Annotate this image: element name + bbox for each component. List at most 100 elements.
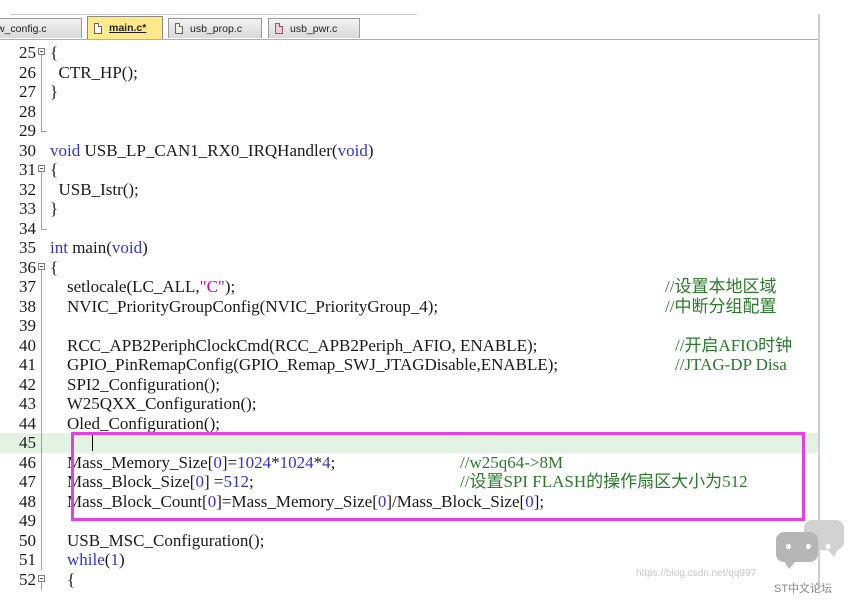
fold-end-guide [38, 121, 47, 141]
line-number: 47 [19, 472, 36, 491]
code-line[interactable]: 28 [0, 101, 818, 121]
code-line[interactable]: 43 W25QXX_Configuration(); [0, 394, 818, 414]
fold-guide [38, 277, 47, 297]
tab-label: usb_pwr.c [290, 22, 338, 35]
code-line[interactable]: 39 [0, 316, 818, 336]
code-line[interactable]: 50 USB_MSC_Configuration(); [0, 530, 818, 550]
code-line[interactable]: 33} [0, 199, 818, 219]
code-line[interactable]: 44 Oled_Configuration(); [0, 413, 818, 433]
line-number: 38 [19, 296, 36, 316]
code-comment: //开启AFIO时钟 [675, 335, 793, 355]
fold-guide [38, 452, 47, 472]
fold-guide [38, 530, 47, 550]
line-number: 31 [19, 160, 36, 179]
tab-label: main.c* [109, 22, 147, 34]
line-number: 45 [19, 433, 36, 452]
code-text: USB_Istr(); [50, 179, 139, 199]
fold-guide [38, 296, 47, 316]
code-text: int main(void) [50, 238, 148, 257]
code-line[interactable]: 41 GPIO_PinRemapConfig(GPIO_Remap_SWJ_JT… [0, 355, 818, 375]
fold-collapse-icon[interactable] [38, 160, 47, 180]
code-line[interactable]: 32 USB_Istr(); [0, 179, 818, 199]
code-line[interactable]: 30 void USB_LP_CAN1_RX0_IRQHandler(void) [0, 141, 818, 161]
fold-guide [38, 374, 47, 394]
window-top-line [10, 14, 417, 15]
fold-guide [38, 355, 47, 375]
code-line[interactable]: 35 int main(void) [0, 238, 818, 258]
fold-guide [38, 335, 47, 355]
line-number: 44 [19, 413, 36, 433]
code-text: GPIO_PinRemapConfig(GPIO_Remap_SWJ_JTAGD… [50, 355, 559, 374]
tab-usb-prop[interactable]: usb_prop.c [168, 18, 262, 38]
code-line[interactable]: 27} [0, 82, 818, 102]
line-number: 34 [19, 218, 36, 238]
code-text: setlocale(LC_ALL,"C"); [50, 277, 236, 296]
code-line[interactable]: 42 SPI2_Configuration(); [0, 374, 818, 394]
code-line[interactable]: 51 while(1) [0, 550, 818, 570]
code-line[interactable]: 25 { [0, 43, 818, 63]
code-text: Oled_Configuration(); [50, 413, 220, 433]
code-text: while(1) [67, 550, 125, 569]
code-line[interactable]: 37 setlocale(LC_ALL,"C"); //设置本地区域 [0, 277, 818, 297]
annotation-highlight-box [71, 432, 805, 521]
line-number: 36 [19, 257, 36, 277]
fold-guide [38, 199, 47, 219]
fold-guide [38, 316, 47, 336]
code-text: { [50, 257, 59, 277]
file-c-icon [94, 22, 102, 34]
line-number: 52 [19, 569, 36, 589]
line-number: 30 [19, 140, 36, 160]
ellipsis-icon: • • • [784, 540, 836, 556]
logo-text: ST中文论坛 [774, 583, 833, 595]
file-c-icon [175, 23, 183, 34]
code-line[interactable]: 38 NVIC_PriorityGroupConfig(NVIC_Priorit… [0, 296, 818, 316]
code-comment: //设置本地区域 [665, 277, 777, 296]
fold-gutter [38, 238, 47, 258]
editor-right-scroll-edge[interactable] [818, 14, 820, 589]
code-comment: //中断分组配置 [665, 296, 777, 316]
fold-collapse-icon[interactable] [38, 570, 47, 590]
code-text: { [50, 43, 59, 62]
line-number: 27 [19, 82, 36, 101]
code-line[interactable]: 36 { [0, 258, 818, 278]
line-number: 26 [19, 62, 36, 82]
code-text: { [50, 160, 59, 179]
fold-collapse-icon[interactable] [38, 258, 47, 278]
line-number: 28 [19, 101, 36, 121]
code-line[interactable]: 29 [0, 121, 818, 141]
fold-guide [38, 179, 47, 199]
fold-guide [38, 394, 47, 414]
line-number: 50 [19, 530, 36, 550]
code-text: W25QXX_Configuration(); [50, 394, 257, 413]
line-number: 35 [19, 238, 36, 257]
fold-guide [38, 511, 47, 531]
line-number: 46 [19, 452, 36, 472]
code-line[interactable]: 40 RCC_APB2PeriphClockCmd(RCC_APB2Periph… [0, 335, 818, 355]
code-comment: //JTAG-DP Disa [675, 355, 787, 374]
watermark-url: https://blog.csdn.net/qq997 [636, 568, 757, 579]
code-text: } [50, 82, 59, 101]
fold-guide [38, 491, 47, 511]
code-text: NVIC_PriorityGroupConfig(NVIC_PriorityGr… [50, 296, 439, 316]
tab-usb-pwr[interactable]: usb_pwr.c [268, 18, 360, 38]
tab-label: w_config.c [0, 22, 47, 35]
code-line[interactable]: 26 CTR_HP(); [0, 62, 818, 82]
line-number: 49 [19, 511, 36, 530]
code-text: SPI2_Configuration(); [50, 374, 220, 394]
fold-guide [38, 82, 47, 102]
code-line[interactable]: 34 [0, 218, 818, 239]
fold-end-guide [38, 218, 47, 239]
line-number: 37 [19, 277, 36, 296]
line-number: 32 [19, 179, 36, 199]
line-number: 42 [19, 374, 36, 394]
file-c-icon [275, 23, 283, 34]
tab-main-c[interactable]: main.c* [87, 16, 163, 39]
line-number: 51 [19, 550, 36, 569]
fold-guide [38, 413, 47, 433]
tab-w-config[interactable]: w_config.c [0, 18, 82, 38]
code-line[interactable]: 31 { [0, 160, 818, 180]
fold-gutter [38, 141, 47, 161]
line-number: 29 [19, 121, 36, 140]
fold-collapse-icon[interactable] [38, 43, 47, 63]
code-text: { [50, 569, 76, 589]
